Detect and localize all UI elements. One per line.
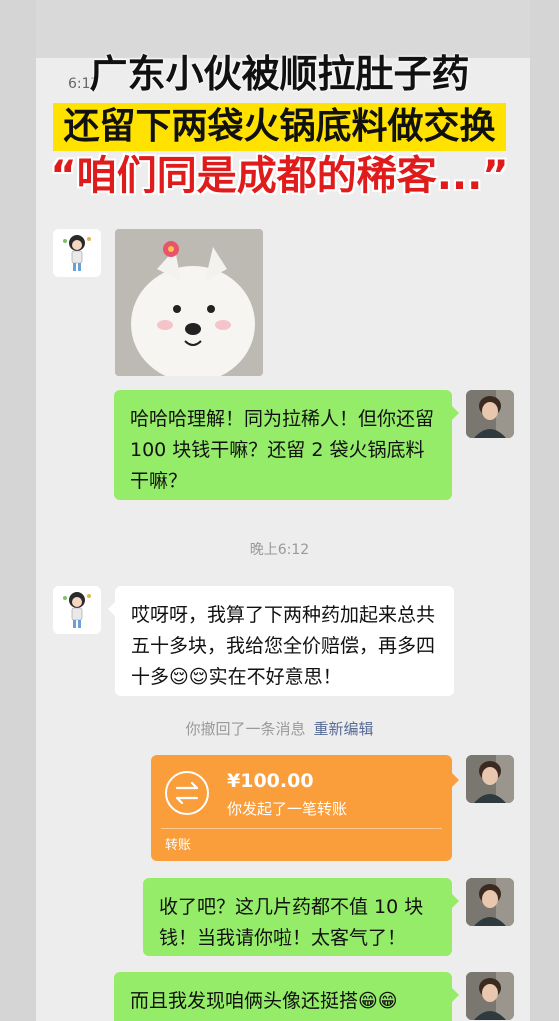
transfer-amount: ¥100.00: [227, 770, 314, 792]
transfer-arrows-icon: [165, 771, 209, 815]
recall-notice: 你撤回了一条消息 重新编辑: [0, 718, 559, 739]
transfer-label: 转账: [165, 838, 192, 853]
transfer-card[interactable]: ¥100.00 你发起了一笔转账 转账: [151, 755, 459, 861]
message-text: 哈哈哈理解！同为拉稀人！但你还留 100 块钱干嘛？还留 2 袋火锅底料干嘛？: [130, 408, 435, 492]
headline-line-3: “咱们同是成都的稀客...”: [50, 153, 509, 199]
transfer-divider: [161, 828, 442, 829]
my-avatar[interactable]: [466, 972, 514, 1020]
message-bubble-sent[interactable]: 收了吧？这几片药都不值 10 块钱！当我请你啦！太客气了！: [143, 878, 459, 956]
message-bubble-received[interactable]: 哎呀呀，我算了下两种药加起来总共五十多块，我给您全价赔偿，再多四十多😌😌实在不好…: [108, 586, 454, 696]
message-bubble-sent[interactable]: 哈哈哈理解！同为拉稀人！但你还留 100 块钱干嘛？还留 2 袋火锅底料干嘛？: [114, 390, 459, 500]
guy-avatar-icon: [466, 390, 514, 438]
contact-avatar[interactable]: [53, 229, 101, 277]
my-avatar[interactable]: [466, 390, 514, 438]
chat-timestamp: 晚上6:12: [249, 542, 310, 558]
guy-avatar-icon: [466, 972, 514, 1020]
blurred-right-edge: [530, 0, 559, 1021]
message-text: 哎呀呀，我算了下两种药加起来总共五十多块，我给您全价赔偿，再多四十多😌😌实在不好…: [131, 604, 436, 688]
guy-avatar-icon: [466, 755, 514, 803]
my-avatar[interactable]: [466, 878, 514, 926]
guy-avatar-icon: [466, 878, 514, 926]
my-avatar[interactable]: [466, 755, 514, 803]
message-text: 而且我发现咱俩头像还挺搭😁😁: [130, 990, 398, 1012]
girl-avatar-icon: [53, 586, 101, 634]
headline-line-2: 还留下两袋火锅底料做交换: [0, 103, 559, 151]
headline-line-1: 广东小伙被顺拉肚子药: [89, 52, 470, 96]
headline-line-2-text: 还留下两袋火锅底料做交换: [53, 103, 506, 151]
recall-text: 你撤回了一条消息: [185, 720, 306, 738]
message-text: 收了吧？这几片药都不值 10 块钱！当我请你啦！太客气了！: [159, 896, 424, 949]
re-edit-link[interactable]: 重新编辑: [314, 720, 374, 738]
dog-photo[interactable]: [115, 229, 263, 376]
contact-avatar[interactable]: [53, 586, 101, 634]
girl-avatar-icon: [53, 229, 101, 277]
message-bubble-sent[interactable]: 而且我发现咱俩头像还挺搭😁😁: [114, 972, 459, 1021]
blurred-left-edge: [0, 0, 36, 1021]
transfer-description: 你发起了一笔转账: [227, 800, 348, 818]
white-dog-image: [115, 229, 263, 376]
